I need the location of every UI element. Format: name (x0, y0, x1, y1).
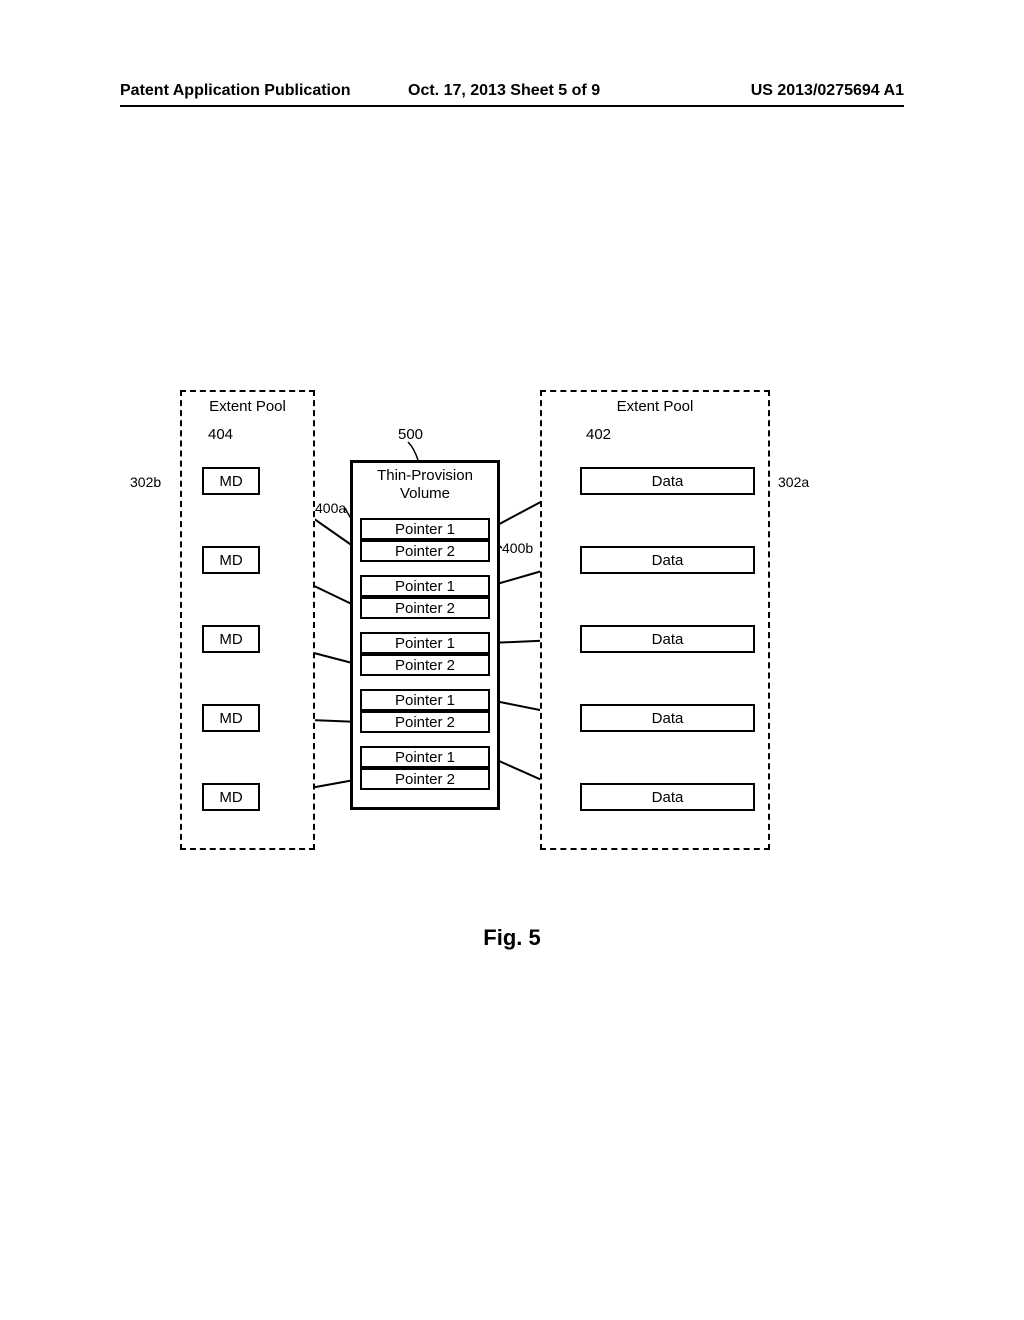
header-rule (120, 105, 904, 107)
pointer2: Pointer 2 (360, 768, 490, 790)
data-box: Data (580, 625, 755, 653)
data-box: Data (580, 546, 755, 574)
header-right: US 2013/0275694 A1 (751, 82, 904, 100)
right-pool-title: Extent Pool (542, 398, 768, 415)
md-box: MD (202, 467, 260, 495)
pointer1: Pointer 1 (360, 689, 490, 711)
pointer2: Pointer 2 (360, 597, 490, 619)
annot-400a: 400a (315, 500, 346, 516)
header-left: Patent Application Publication (120, 82, 351, 100)
data-box: Data (580, 467, 755, 495)
center-ref: 500 (398, 426, 423, 443)
pointer2: Pointer 2 (360, 654, 490, 676)
left-pool-ref: 404 (208, 426, 233, 443)
figure-5-diagram: Extent Pool 404 Extent Pool 402 Thin-Pro… (180, 390, 770, 860)
annot-400b: 400b (502, 540, 533, 556)
header-center: Oct. 17, 2013 Sheet 5 of 9 (408, 82, 600, 100)
data-box: Data (580, 704, 755, 732)
center-title: Thin-Provision Volume (353, 467, 497, 503)
pointer1: Pointer 1 (360, 575, 490, 597)
annot-302b: 302b (130, 474, 161, 490)
annot-302a: 302a (778, 474, 809, 490)
md-box: MD (202, 783, 260, 811)
data-box: Data (580, 783, 755, 811)
pointer1: Pointer 1 (360, 632, 490, 654)
left-extent-pool: Extent Pool (180, 390, 315, 850)
pointer1: Pointer 1 (360, 518, 490, 540)
md-box: MD (202, 704, 260, 732)
pointer1: Pointer 1 (360, 746, 490, 768)
md-box: MD (202, 625, 260, 653)
right-extent-pool: Extent Pool (540, 390, 770, 850)
md-box: MD (202, 546, 260, 574)
left-pool-title: Extent Pool (182, 398, 313, 415)
right-pool-ref: 402 (586, 426, 611, 443)
pointer2: Pointer 2 (360, 540, 490, 562)
pointer2: Pointer 2 (360, 711, 490, 733)
figure-caption: Fig. 5 (0, 925, 1024, 951)
